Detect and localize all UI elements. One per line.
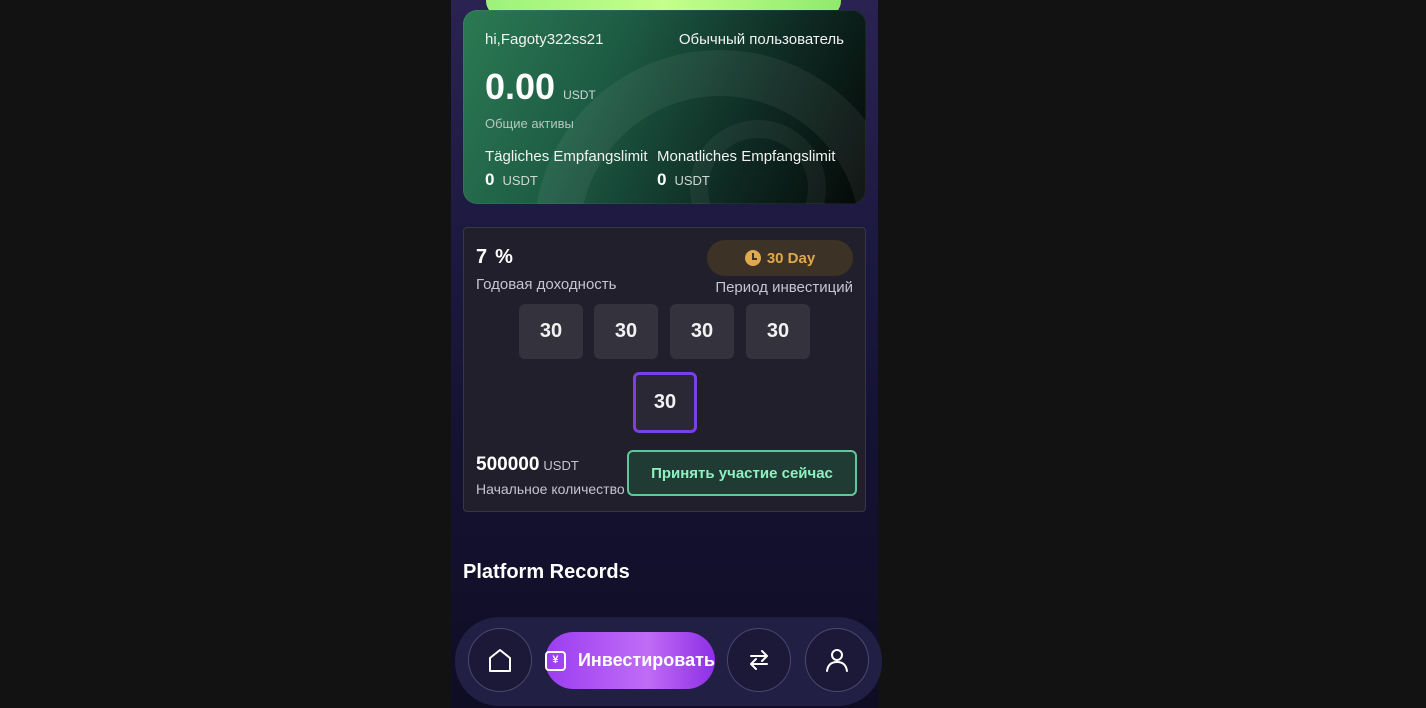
profile-icon [826,649,848,672]
day-option-4[interactable]: 30 [746,304,810,359]
day-option-2[interactable]: 30 [594,304,658,359]
annual-rate: 7 % [476,246,513,269]
period-badge: 30 Day [707,240,853,276]
monthly-limit-value: 0 [657,170,667,189]
daily-limit-unit: USDT [502,173,538,188]
period-label: Период инвестиций [715,279,853,296]
day-option-1[interactable]: 30 [519,304,583,359]
monthly-limit-unit: USDT [674,173,710,188]
daily-limit-value: 0 [485,170,495,189]
annual-rate-value: 7 [476,246,488,268]
initial-amount-value: 500000 [476,454,540,475]
total-assets-value: 0.00 [485,66,556,107]
day-option-5-selected[interactable]: 30 [633,372,697,433]
yen-icon: ¥ [545,650,566,671]
initial-amount-row: 500000 USDT [476,454,579,476]
app-screen: hi,Fagoty322ss21 Обычный пользователь 0.… [451,0,878,708]
nav-exchange-button[interactable] [727,628,791,692]
greeting-text: hi,Fagoty322ss21 [485,31,604,48]
annual-rate-label: Годовая доходность [476,276,617,293]
asset-card: hi,Fagoty322ss21 Обычный пользователь 0.… [463,10,866,204]
period-badge-text: 30 Day [766,249,816,267]
annual-rate-percent: % [495,246,513,268]
nav-home-button[interactable] [468,628,532,692]
initial-amount-label: Начальное количество [476,481,625,497]
day-option-3[interactable]: 30 [670,304,734,359]
nav-invest-button[interactable]: ¥ Инвестировать [545,632,715,689]
user-level-label: Обычный пользователь [678,31,844,48]
total-assets-label: Общие активы [485,116,574,131]
total-assets-row: 0.00 USDT [485,66,596,108]
clock-icon [744,250,761,266]
nav-invest-label: Инвестировать [577,650,715,670]
daily-limit: Tägliches Empfangslimit 0 USDT [485,148,648,190]
monthly-limit: Monatliches Empfangslimit 0 USDT [657,148,835,190]
home-icon [489,649,511,672]
platform-records-title: Platform Records [463,561,630,583]
monthly-limit-title: Monatliches Empfangslimit [657,148,836,165]
initial-amount-unit: USDT [543,458,579,473]
nav-profile-button[interactable] [805,628,869,692]
exchange-icon [750,650,768,670]
total-assets-unit: USDT [563,88,596,102]
bottom-navigation: ¥ Инвестировать [455,617,882,706]
investment-product-card: 7 % Годовая доходность 30 Day Период инв… [463,227,866,512]
join-now-button[interactable]: Принять участие сейчас [627,450,857,496]
daily-limit-title: Tägliches Empfangslimit [485,148,648,165]
